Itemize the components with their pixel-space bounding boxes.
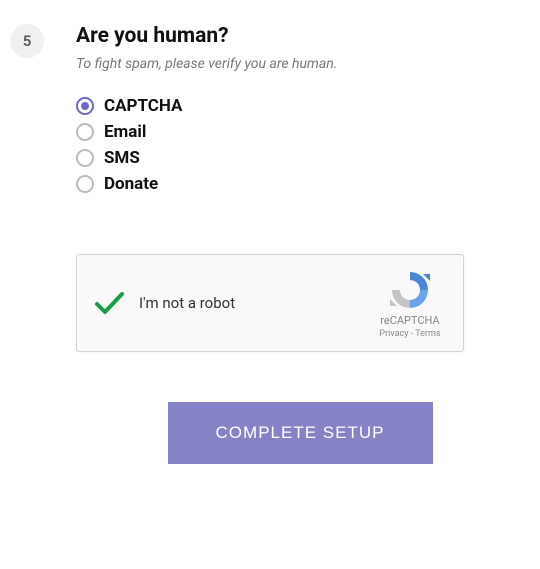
option-label: SMS [104,148,140,168]
recaptcha-brand: reCAPTCHA [371,314,449,327]
page-subtitle: To fight spam, please verify you are hum… [76,56,496,72]
recaptcha-widget[interactable]: I'm not a robot reCAPTCHA Privacy - Term… [76,254,464,352]
recaptcha-text: I'm not a robot [139,294,371,312]
step-number: 5 [10,24,44,58]
option-captcha[interactable]: CAPTCHA [76,96,496,116]
option-label: Email [104,122,146,142]
option-donate[interactable]: Donate [76,174,496,194]
radio-icon [76,149,94,167]
page-title: Are you human? [76,24,496,48]
verification-options: CAPTCHA Email SMS Donate [76,96,496,194]
recaptcha-privacy-link[interactable]: Privacy [379,329,408,339]
recaptcha-branding: reCAPTCHA Privacy - Terms [371,268,449,339]
complete-setup-button[interactable]: COMPLETE SETUP [168,402,433,464]
radio-icon [76,175,94,193]
option-label: CAPTCHA [104,96,183,116]
radio-icon [76,123,94,141]
recaptcha-logo-icon [388,268,432,312]
recaptcha-terms-link[interactable]: Terms [415,329,440,339]
option-label: Donate [104,174,158,194]
option-sms[interactable]: SMS [76,148,496,168]
radio-icon [76,97,94,115]
option-email[interactable]: Email [76,122,496,142]
checkmark-icon [91,285,127,321]
